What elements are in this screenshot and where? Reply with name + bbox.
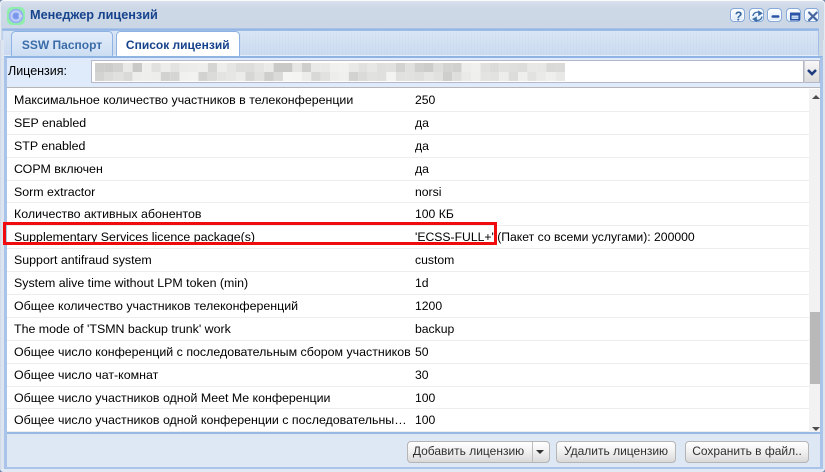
svg-text:?: ? — [735, 9, 743, 23]
